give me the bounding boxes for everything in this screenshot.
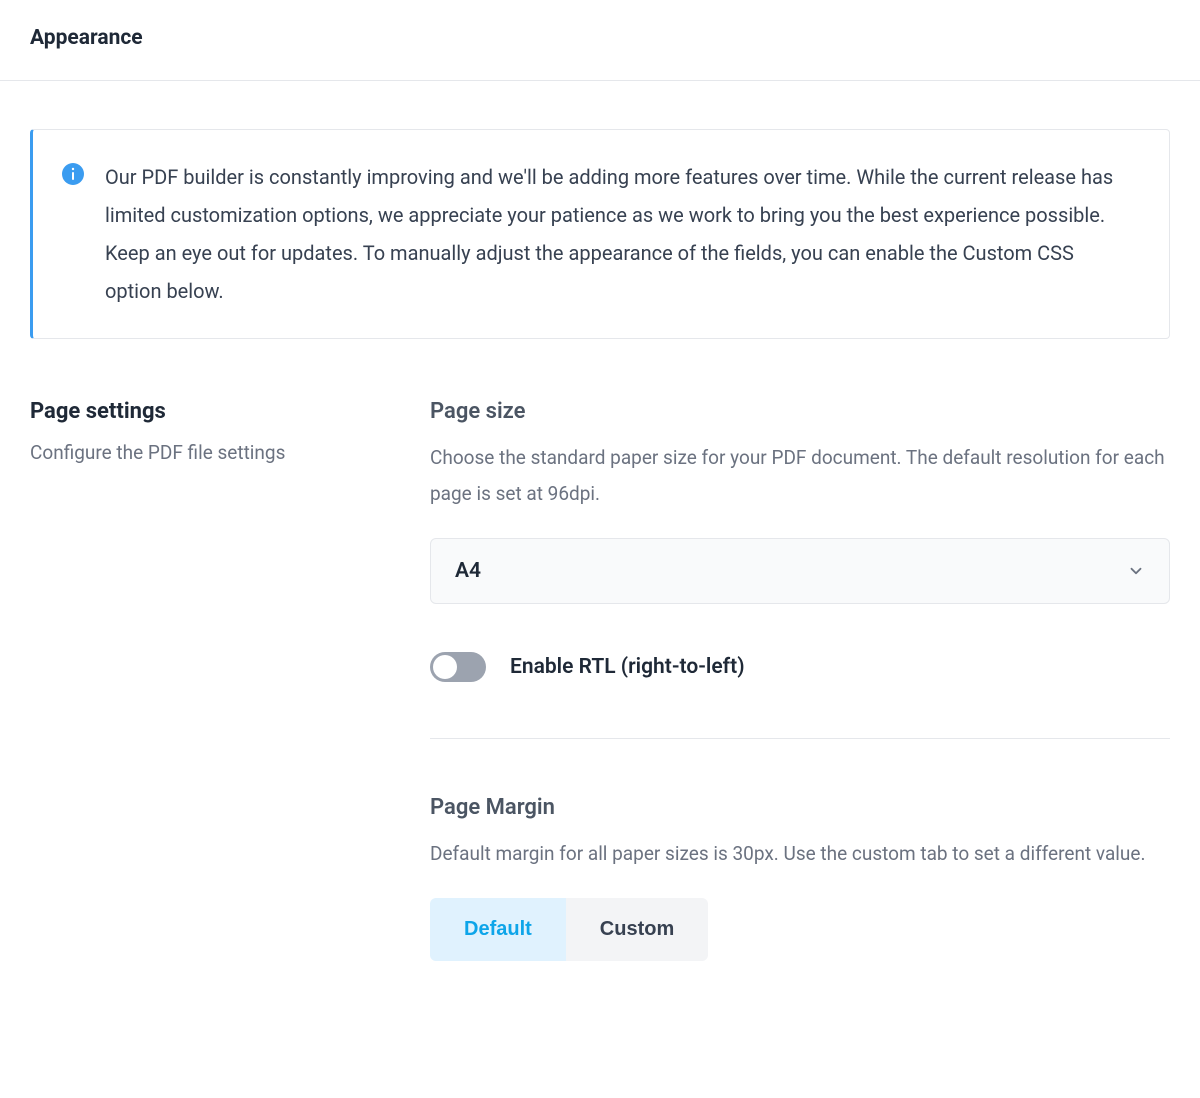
chevron-down-icon xyxy=(1127,562,1145,580)
page-margin-title: Page Margin xyxy=(430,795,1170,820)
page-size-description: Choose the standard paper size for your … xyxy=(430,440,1170,512)
info-icon xyxy=(61,162,85,186)
rtl-toggle-label: Enable RTL (right-to-left) xyxy=(510,655,745,679)
tab-margin-custom[interactable]: Custom xyxy=(566,898,708,961)
toggle-knob xyxy=(433,655,457,679)
info-alert: Our PDF builder is constantly improving … xyxy=(30,129,1170,339)
page-settings-section: Page settings Configure the PDF file set… xyxy=(30,399,1170,961)
info-text: Our PDF builder is constantly improving … xyxy=(105,158,1135,310)
page-header: Appearance xyxy=(0,0,1200,81)
section-sidebar: Page settings Configure the PDF file set… xyxy=(30,399,390,961)
divider xyxy=(430,738,1170,739)
content-area: Our PDF builder is constantly improving … xyxy=(0,81,1200,1021)
rtl-toggle-row: Enable RTL (right-to-left) xyxy=(430,652,1170,682)
page-size-value: A4 xyxy=(455,559,481,583)
page-margin-description: Default margin for all paper sizes is 30… xyxy=(430,836,1170,872)
page-title: Appearance xyxy=(30,26,1170,50)
page-size-title: Page size xyxy=(430,399,1170,424)
section-body: Page size Choose the standard paper size… xyxy=(430,399,1170,961)
margin-tab-group: Default Custom xyxy=(430,898,708,961)
section-title: Page settings xyxy=(30,399,390,424)
rtl-toggle[interactable] xyxy=(430,652,486,682)
tab-margin-default[interactable]: Default xyxy=(430,898,566,961)
page-size-select[interactable]: A4 xyxy=(430,538,1170,604)
section-description: Configure the PDF file settings xyxy=(30,440,390,467)
